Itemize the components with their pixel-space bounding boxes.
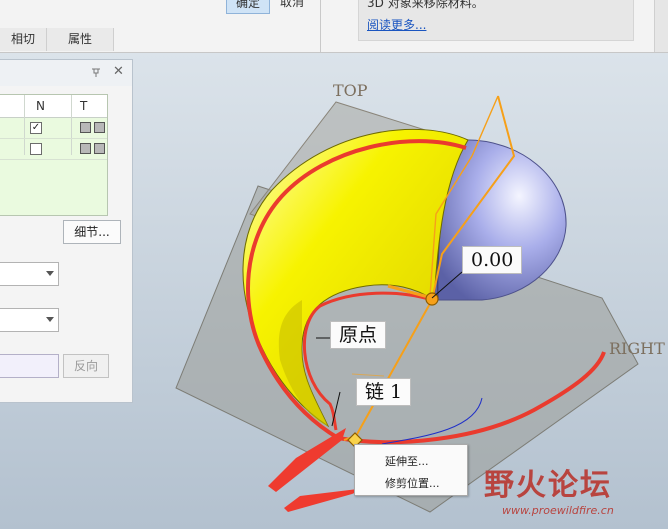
- menu-item-trim-position[interactable]: 修剪位置...: [385, 475, 440, 491]
- column-header-n: N: [36, 99, 45, 113]
- chevron-down-icon: [46, 271, 54, 276]
- row2-t-indicator[interactable]: [80, 143, 91, 154]
- details-button[interactable]: 细节...: [63, 220, 121, 244]
- help-text: 3D 对象来移除材料。: [367, 0, 484, 10]
- origin-label[interactable]: 原点: [330, 321, 387, 349]
- row2-t-indicator-2[interactable]: [94, 143, 105, 154]
- reverse-button[interactable]: 反向: [63, 354, 109, 378]
- chain-references-panel: ✕ N T ✓ 细节... 反向: [0, 59, 133, 403]
- table-row[interactable]: [0, 139, 107, 160]
- dropdown-1[interactable]: [0, 262, 59, 286]
- pin-icon[interactable]: [91, 67, 101, 77]
- ribbon-divider: [320, 0, 321, 52]
- table-header: N T: [0, 95, 107, 118]
- row1-t-indicator[interactable]: [80, 122, 91, 133]
- ok-button[interactable]: 确定: [226, 0, 270, 14]
- tab-bar: 相切 属性: [0, 28, 320, 52]
- right-plane-label: RIGHT: [609, 339, 665, 358]
- help-info-box: 3D 对象来移除材料。 阅读更多...: [358, 0, 634, 41]
- forum-watermark: 野火论坛 www.proewildfire.cn: [484, 460, 664, 520]
- chevron-down-icon: [46, 317, 54, 322]
- ribbon-scrollbar[interactable]: [654, 0, 668, 52]
- row1-n-checkbox[interactable]: ✓: [30, 122, 42, 134]
- tab-tangent[interactable]: 相切: [0, 28, 47, 51]
- watermark-url: www.proewildfire.cn: [502, 504, 614, 517]
- menu-item-extend-to[interactable]: 延伸至...: [385, 453, 429, 469]
- dimension-value-label[interactable]: 0.00: [462, 246, 523, 274]
- top-plane-label: TOP: [333, 81, 368, 100]
- column-header-t: T: [80, 99, 88, 113]
- ribbon-toolbar: 确定 取消 相切 属性 3D 对象来移除材料。 阅读更多...: [0, 0, 668, 53]
- context-menu: 延伸至... 修剪位置...: [354, 444, 468, 496]
- watermark-title: 野火论坛: [484, 468, 612, 503]
- cancel-button[interactable]: 取消: [272, 0, 312, 12]
- chain-table: N T ✓: [0, 94, 108, 216]
- chain-label[interactable]: 链 1: [356, 378, 412, 406]
- reference-field[interactable]: [0, 354, 59, 378]
- read-more-link[interactable]: 阅读更多...: [367, 16, 426, 33]
- dropdown-2[interactable]: [0, 308, 59, 332]
- close-icon[interactable]: ✕: [113, 65, 124, 79]
- row1-t-indicator-2[interactable]: [94, 122, 105, 133]
- row2-n-checkbox[interactable]: [30, 143, 42, 155]
- tab-properties[interactable]: 属性: [47, 28, 114, 51]
- table-row[interactable]: ✓: [0, 118, 107, 139]
- panel-header: ✕: [0, 60, 132, 86]
